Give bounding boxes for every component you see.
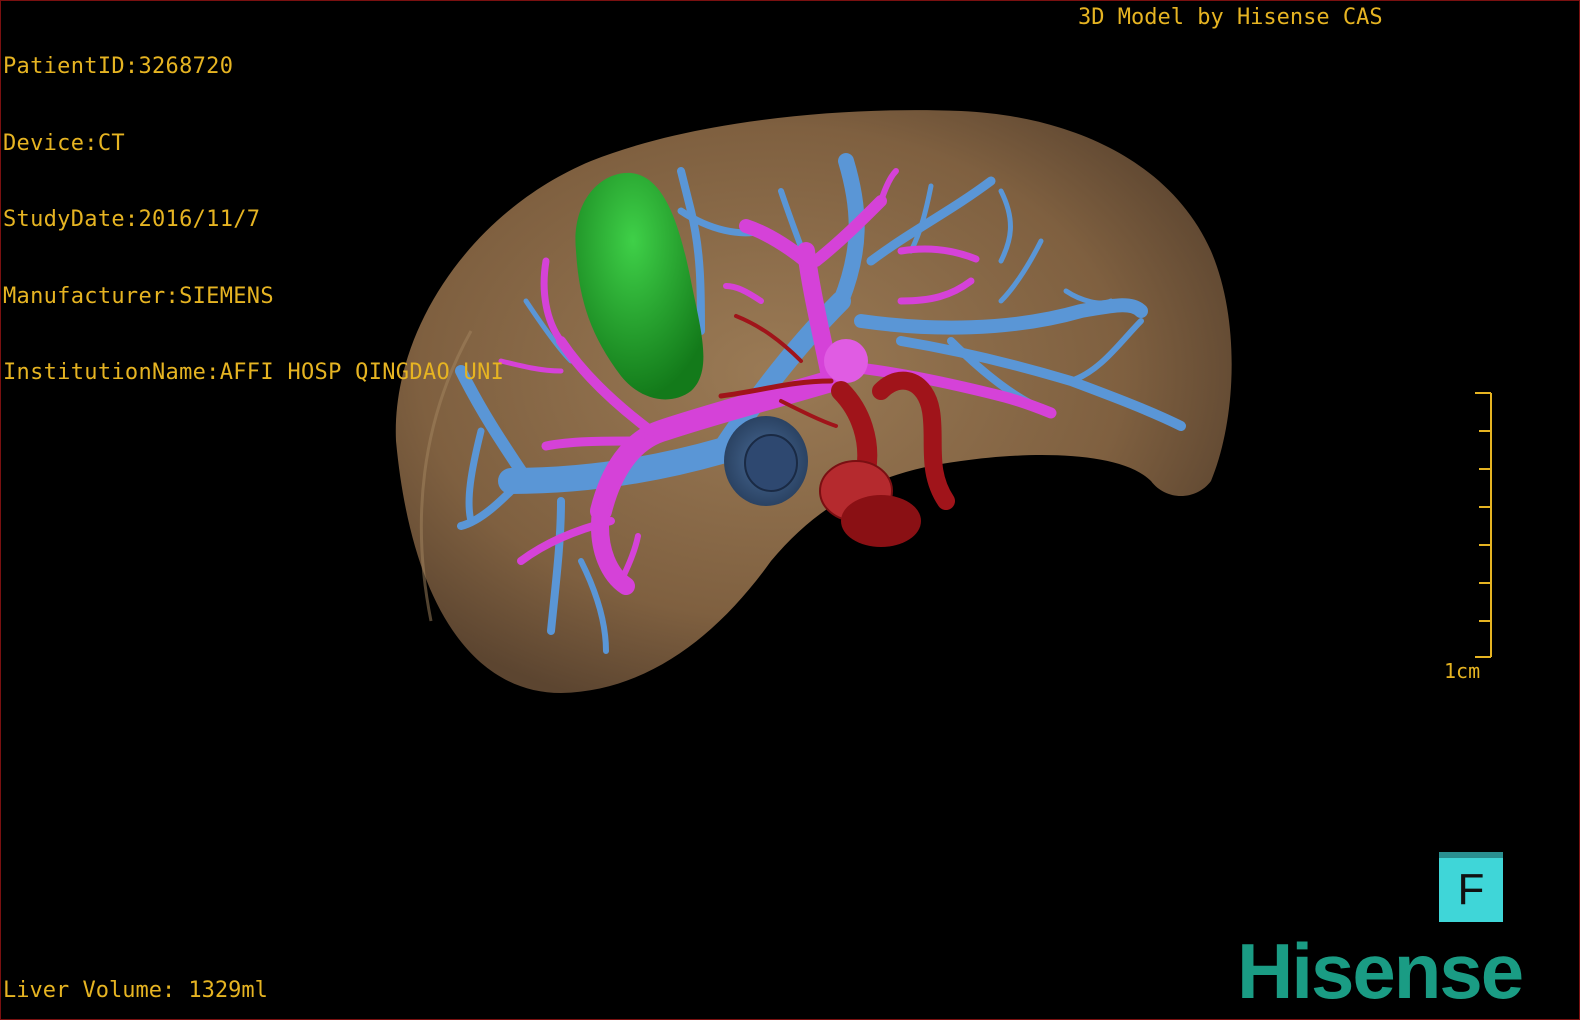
device-label: Device:CT <box>3 130 125 156</box>
scale-bar-label: 1cm <box>1444 659 1481 683</box>
dicom-info-overlay: PatientID:3268720 Device:CT StudyDate:20… <box>3 3 504 437</box>
study-date-label: StudyDate:2016/11/7 <box>3 207 261 232</box>
liver-surface <box>395 110 1232 694</box>
liver-volume-label: Liver Volume: 1329ml <box>3 978 268 1003</box>
patient-id-label: PatientID:3268720 <box>3 54 234 79</box>
aorta-lower <box>841 495 921 547</box>
orientation-cube-button[interactable]: F <box>1439 852 1503 922</box>
scale-bar <box>1475 392 1492 658</box>
hisense-logo: Hisense <box>1237 927 1524 1015</box>
portal-bifurcation <box>824 339 868 383</box>
inferior-vena-cava-lumen <box>744 434 798 492</box>
model-credit: 3D Model by Hisense CAS <box>1078 5 1383 30</box>
manufacturer-label: Manufacturer:SIEMENS <box>3 283 274 309</box>
3d-viewport[interactable]: PatientID:3268720 Device:CT StudyDate:20… <box>0 0 1580 1020</box>
institution-label: InstitutionName:AFFI HOSP QINGDAO UNI <box>3 360 505 385</box>
